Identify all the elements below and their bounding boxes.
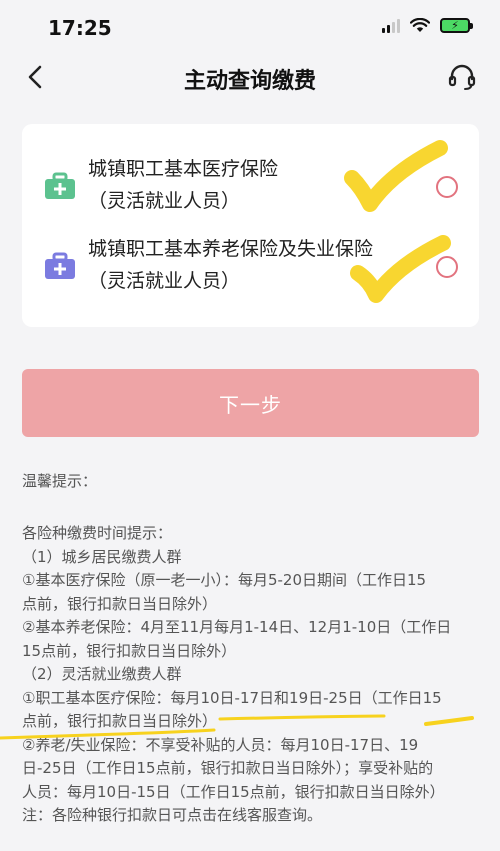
radio-button[interactable]: [436, 176, 458, 198]
wifi-icon: [410, 18, 430, 32]
tips-line: 15点前，银行扣款日当日除外）: [22, 641, 237, 660]
tips-line: （2）灵活就业缴费人群: [22, 665, 182, 683]
option-subtitle: （灵活就业人员）: [88, 190, 241, 212]
radio-button[interactable]: [436, 256, 458, 278]
tips-line: 注：各险种银行扣款日可点击在线客服查询。: [22, 806, 323, 824]
battery-charging-icon: ⚡: [440, 18, 473, 33]
tips-line: （1）城乡居民缴费人群: [22, 547, 182, 566]
tips-line: ①基本医疗保险（原一老一小）：每月5-20日期间（工作日15: [22, 571, 427, 589]
option-title: 城镇职工基本医疗保险: [88, 158, 279, 180]
signal-icon: [382, 18, 400, 33]
tips-line: ②基本养老保险：4月至11月每月1-14日、12月1-10日（工作日: [22, 618, 452, 636]
page-title: 主动查询缴费: [183, 69, 316, 94]
status-time: 17:25: [48, 16, 112, 40]
tips-line: 点前，银行扣款日当日除外）: [22, 712, 218, 730]
tips-line: 点前，银行扣款日当日除外）: [22, 594, 218, 613]
next-step-button[interactable]: 下一步: [22, 369, 479, 437]
tips-heading: 温馨提示：: [22, 472, 98, 490]
headset-icon[interactable]: [446, 61, 478, 93]
tips-line: 各险种缴费时间提示：: [22, 524, 173, 542]
option-subtitle: （灵活就业人员）: [88, 270, 241, 292]
tips-line: ①职工基本医疗保险：每月10日-17日和19日-25日（工作日15: [22, 688, 442, 707]
nav-header: 主动查询缴费: [0, 55, 500, 101]
tips-line: ②养老/失业保险：不享受补贴的人员：每月10日-17日、19: [22, 735, 419, 754]
option-pension-unemployment-insurance[interactable]: 城镇职工基本养老保险及失业保险 （灵活就业人员）: [22, 232, 479, 308]
tips-line: 日-25日（工作日15点前，银行扣款日当日除外）；享受补贴的: [22, 759, 434, 777]
option-title: 城镇职工基本养老保险及失业保险: [88, 238, 374, 260]
tips-line: 人员：每月10日-15日（工作日15点前，银行扣款日当日除外）: [22, 782, 445, 801]
medical-kit-icon: [45, 252, 75, 279]
status-bar: 17:25 ⚡: [0, 0, 500, 50]
insurance-options-card: 城镇职工基本医疗保险 （灵活就业人员） 城镇职工基本养老保险及失业保险 （灵活就…: [22, 124, 479, 327]
medical-kit-icon: [45, 172, 75, 199]
option-medical-insurance[interactable]: 城镇职工基本医疗保险 （灵活就业人员）: [22, 152, 479, 228]
tips-body: 各险种缴费时间提示： （1）城乡居民缴费人群 ①基本医疗保险（原一老一小）：每月…: [22, 522, 484, 828]
status-icons: ⚡: [382, 18, 473, 33]
